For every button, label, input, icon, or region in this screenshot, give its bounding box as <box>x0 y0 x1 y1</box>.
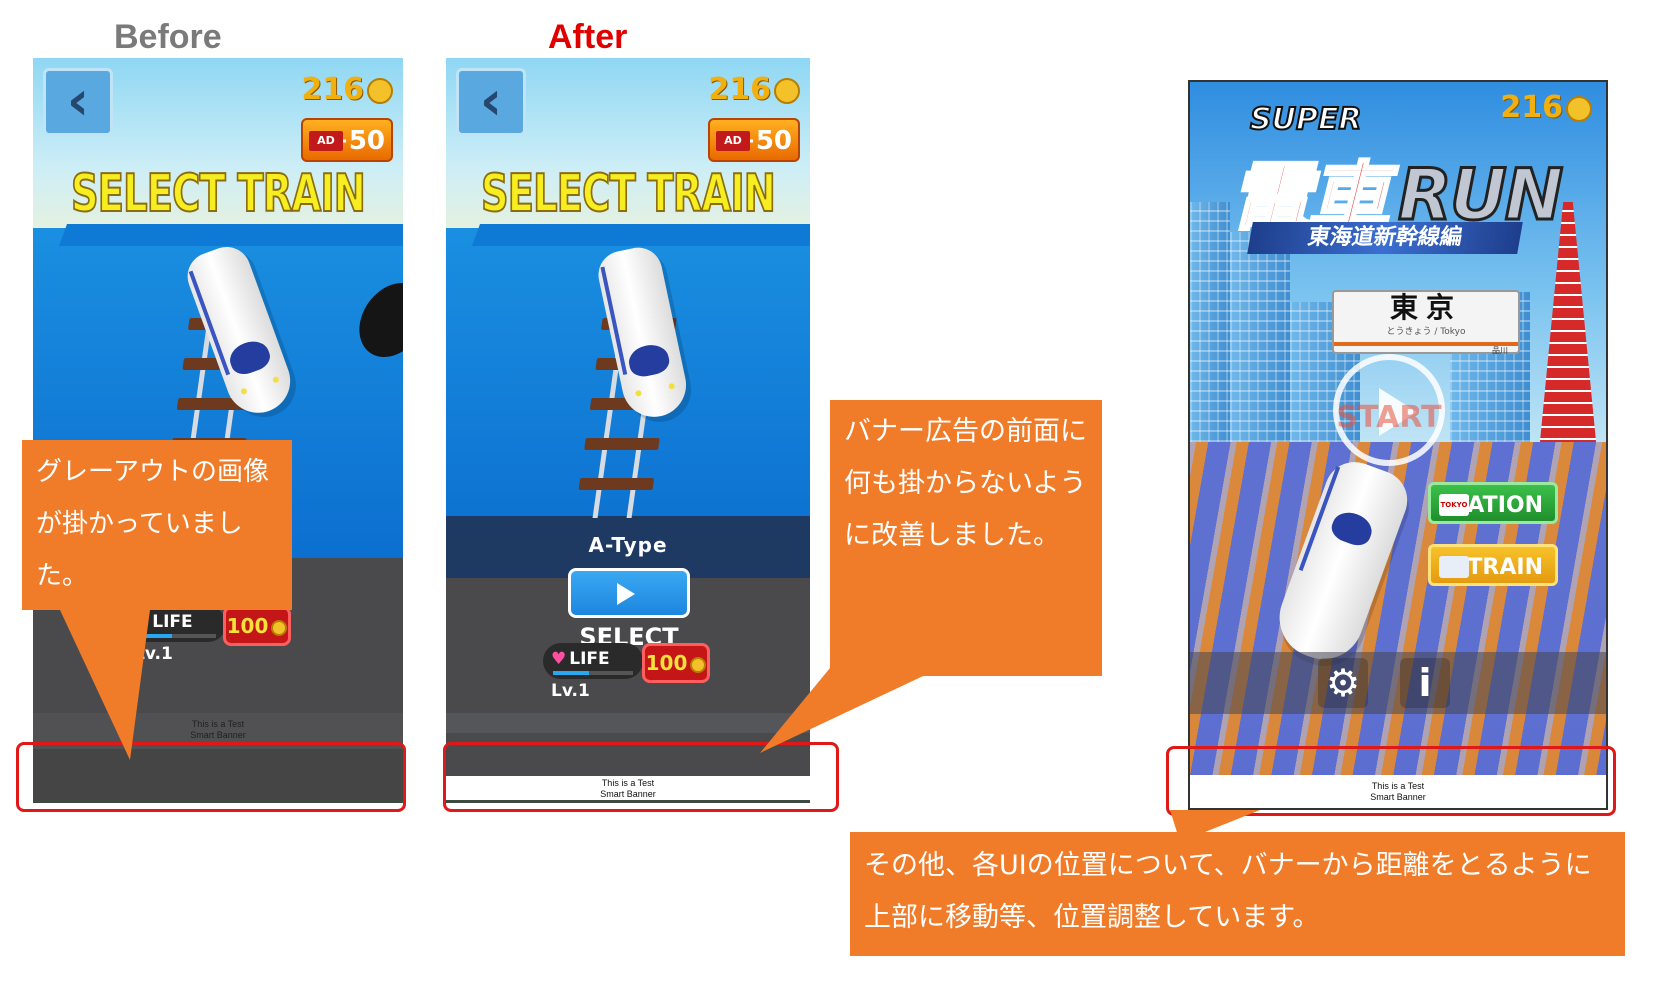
banner-area-gray <box>446 713 810 733</box>
ad-badge: AD <box>716 131 750 151</box>
start-button[interactable]: START <box>1333 354 1445 466</box>
title-banner-highlight <box>1166 746 1616 816</box>
train-icon <box>1439 556 1469 578</box>
before-callout: グレーアウトの画像が掛かっていました。 <box>22 440 292 610</box>
logo-super: SUPER <box>1249 101 1363 138</box>
coin-icon <box>690 656 707 673</box>
title-screenshot: 216 SUPER 電車 RUN 東海道新幹線編 東京 とうきょう / Toky… <box>1188 80 1608 810</box>
back-button[interactable]: ‹ <box>456 68 526 136</box>
before-label: Before <box>114 18 222 56</box>
station-name: 東京 <box>1389 291 1462 324</box>
logo-subtitle: 東海道新幹線編 <box>1247 222 1523 254</box>
coin-icon <box>367 77 393 104</box>
station-sign: 東京 とうきょう / Tokyo 品川 <box>1332 290 1520 355</box>
ad-bonus-button[interactable]: AD +50 <box>301 118 393 162</box>
coin-count-text: 216 <box>708 72 771 107</box>
after-screenshot: ‹ 216 AD +50 SELECT TRAIN A-Type SELECT ♥… <box>446 58 810 803</box>
train-button[interactable]: TRAIN <box>1428 544 1558 586</box>
title-callout: その他、各UIの位置について、バナーから距離をとるように上部に移動等、位置調整し… <box>850 832 1625 956</box>
start-label: START <box>1336 400 1442 435</box>
life-price: 100 <box>645 651 688 675</box>
coin-icon <box>1566 95 1592 122</box>
gear-icon[interactable]: ⚙ <box>1318 658 1368 708</box>
train-type-label: A-Type <box>588 533 668 557</box>
life-bar-fill <box>553 671 589 675</box>
heart-icon: ♥ <box>551 649 567 669</box>
after-callout: バナー広告の前面に何も掛からないように改善しました。 <box>830 400 1102 676</box>
coin-counter: 216 <box>1500 90 1592 125</box>
play-icon <box>617 583 635 605</box>
coin-count-text: 216 <box>301 72 364 107</box>
next-station: 品川 <box>1492 346 1508 355</box>
water-edge <box>471 224 810 246</box>
select-button[interactable]: SELECT <box>568 568 690 651</box>
life-upgrade-button[interactable]: 100 <box>642 643 710 683</box>
select-train-title: SELECT TRAIN <box>70 163 367 225</box>
station-arrow <box>1334 342 1518 346</box>
bottom-toolbar: ⚙ i <box>1190 652 1606 714</box>
station-button[interactable]: TOKYO STATION <box>1428 482 1558 524</box>
station-kana: とうきょう / Tokyo <box>1386 327 1466 337</box>
coin-counter: 216 <box>301 72 393 107</box>
info-icon[interactable]: i <box>1400 658 1450 708</box>
life-level-pill: ♥LIFE Lv.1 <box>543 643 643 701</box>
after-callout-tail <box>760 668 940 753</box>
coin-counter: 216 <box>708 72 800 107</box>
coin-icon <box>774 77 800 104</box>
life-bar <box>553 671 633 675</box>
ad-bonus-button[interactable]: AD +50 <box>708 118 800 162</box>
select-train-title: SELECT TRAIN <box>480 163 777 225</box>
water-edge <box>58 224 403 246</box>
station-icon: TOKYO <box>1439 494 1469 516</box>
train-button-label: TRAIN <box>1467 555 1543 580</box>
back-button[interactable]: ‹ <box>43 68 113 136</box>
before-callout-tail <box>60 610 150 760</box>
after-label: After <box>548 18 628 56</box>
coin-count-text: 216 <box>1500 90 1563 125</box>
ad-badge: AD <box>309 131 343 151</box>
